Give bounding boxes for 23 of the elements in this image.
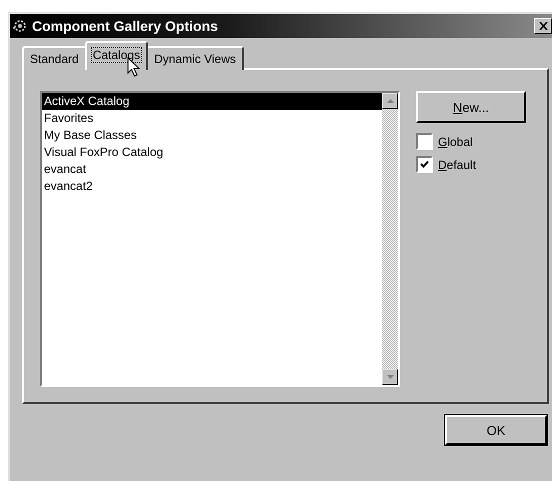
list-item[interactable]: Visual FoxPro Catalog [42,144,382,161]
gallery-icon [12,18,28,34]
list-item[interactable]: evancat2 [42,178,382,195]
checkbox[interactable] [416,133,433,150]
scroll-down-button[interactable] [382,369,398,385]
checkbox-label: Global [438,134,473,148]
close-icon [538,22,548,30]
ok-button[interactable]: OK [445,415,547,445]
close-button[interactable] [534,18,552,34]
check-icon [420,160,429,169]
tab[interactable]: Dynamic Views [146,46,244,70]
checkbox-label: Default [438,158,476,172]
new-button[interactable]: New... [416,91,526,123]
up-arrow-icon [386,99,394,103]
tab[interactable]: Standard [22,46,87,70]
list-item[interactable]: Favorites [42,110,382,127]
scroll-up-button[interactable] [382,93,398,109]
list-item[interactable]: My Base Classes [42,127,382,144]
down-arrow-icon [386,375,394,379]
list-item[interactable]: ActiveX Catalog [42,93,382,110]
window-title: Component Gallery Options [32,18,219,34]
checkbox[interactable] [416,156,433,173]
list-item[interactable]: evancat [42,161,382,178]
